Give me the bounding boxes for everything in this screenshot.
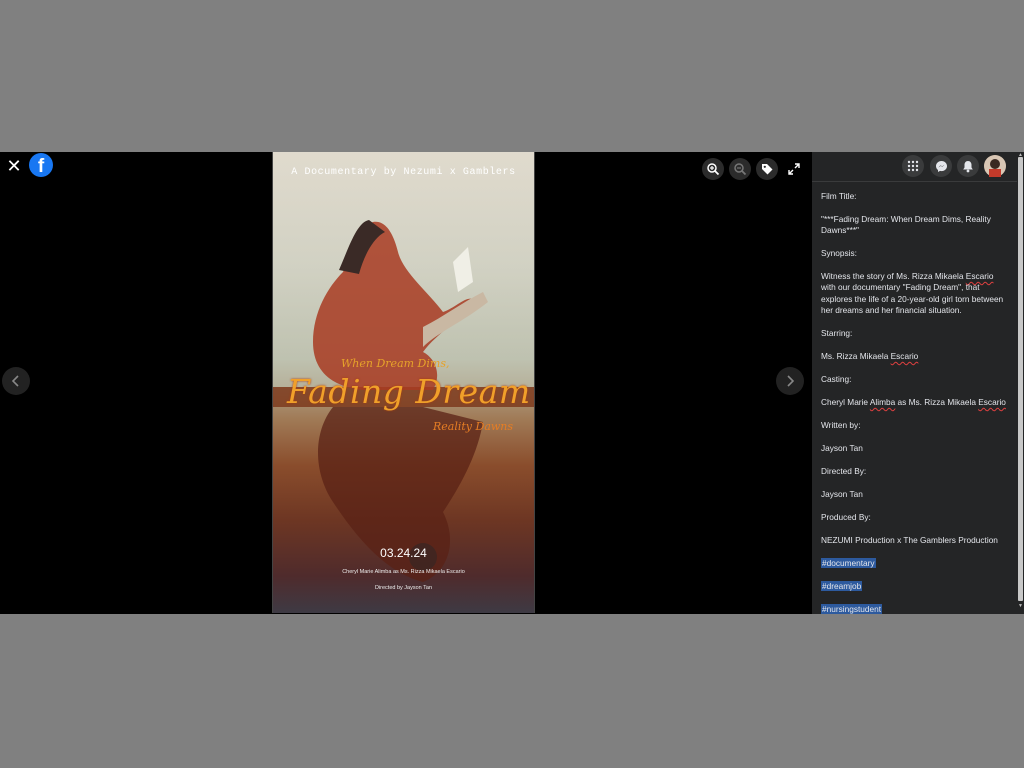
starring-text-b: Escario <box>890 350 919 361</box>
poster-subtitle-bottom: Reality Dawns <box>433 420 514 433</box>
tag-icon[interactable] <box>756 158 778 180</box>
synopsis-label: Synopsis: <box>821 248 857 259</box>
zoom-in-icon[interactable] <box>702 158 724 180</box>
chevron-left-icon <box>11 375 19 387</box>
starring: Ms. Rizza Mikaela Escario <box>821 351 1007 362</box>
casting-text-d: Escario <box>978 396 1006 407</box>
casting-label: Casting: <box>821 373 852 384</box>
fullscreen-icon[interactable] <box>783 158 805 180</box>
poster-director: Directed by Jayson Tan <box>374 585 433 591</box>
previous-photo-button[interactable] <box>2 367 30 395</box>
scrollbar-thumb[interactable] <box>1018 157 1023 601</box>
post-description: Film Title: "***Fading Dream: When Dream… <box>821 191 1007 614</box>
written-by: Jayson Tan <box>821 442 863 453</box>
hashtag-item: #dreamjob <box>821 580 1007 592</box>
casting: Cheryl Marie Alimba as Ms. Rizza Mikaela… <box>821 397 1007 408</box>
close-icon[interactable]: ✕ <box>4 156 24 176</box>
poster-date: 03.24.24 <box>380 546 427 560</box>
directed-by: Jayson Tan <box>821 488 863 499</box>
scroll-down-arrow[interactable]: ▼ <box>1017 603 1024 609</box>
synopsis: Witness the story of Ms. Rizza Mikaela E… <box>821 271 1007 316</box>
synopsis-text-a: Witness the story of Ms. Rizza Mikaela <box>821 271 966 282</box>
starring-text-a: Ms. Rizza Mikaela <box>821 350 891 361</box>
casting-text-a: Cheryl Marie <box>821 396 870 407</box>
poster-subtitle-top: When Dream Dims, <box>341 357 450 370</box>
panel-divider <box>812 181 1018 182</box>
written-label: Written by: <box>821 419 861 430</box>
messenger-icon[interactable] <box>930 155 952 177</box>
hashtag-link[interactable]: #dreamjob <box>821 580 863 591</box>
description-panel: Film Title: "***Fading Dream: When Dream… <box>812 152 1024 614</box>
starring-label: Starring: <box>821 327 853 338</box>
produced-label: Produced By: <box>821 511 871 522</box>
hashtag-link[interactable]: #nursingstudent <box>821 603 883 614</box>
menu-grid-icon[interactable] <box>902 155 924 177</box>
poster-image: A Documentary by Nezumi x Gamblers When … <box>272 152 535 613</box>
facebook-logo[interactable]: f <box>29 153 53 177</box>
notifications-icon[interactable] <box>957 155 979 177</box>
hashtag-link[interactable]: #documentary <box>821 557 876 568</box>
film-title: "***Fading Dream: When Dream Dims, Reali… <box>821 214 991 236</box>
film-title-label: Film Title: <box>821 191 857 201</box>
casting-text-b: Alimba <box>869 396 896 407</box>
synopsis-text-b: Escario <box>965 271 994 282</box>
media-viewer: ✕ f A Documentary by Nezumi x Gamblers W… <box>0 152 812 614</box>
synopsis-text-c: with our documentary "Fading Dream", tha… <box>821 282 1004 315</box>
zoom-out-icon[interactable] <box>729 158 751 180</box>
photo-viewer: ✕ f A Documentary by Nezumi x Gamblers W… <box>0 152 1024 614</box>
next-photo-button[interactable] <box>776 367 804 395</box>
chevron-right-icon <box>787 375 795 387</box>
directed-label: Directed By: <box>821 465 867 476</box>
poster-title: Fading Dream <box>287 372 531 411</box>
poster-cast: Cheryl Marie Alimba as Ms. Rizza Mikaela… <box>342 569 465 575</box>
hashtag-item: #documentary <box>821 557 1007 569</box>
hashtag-item: #nursingstudent <box>821 603 1007 614</box>
poster-tagline: A Documentary by Nezumi x Gamblers <box>291 167 516 178</box>
casting-text-c: as Ms. Rizza Mikaela <box>895 396 979 407</box>
produced-by: NEZUMI Production x The Gamblers Product… <box>821 534 998 545</box>
profile-avatar[interactable] <box>984 155 1006 177</box>
